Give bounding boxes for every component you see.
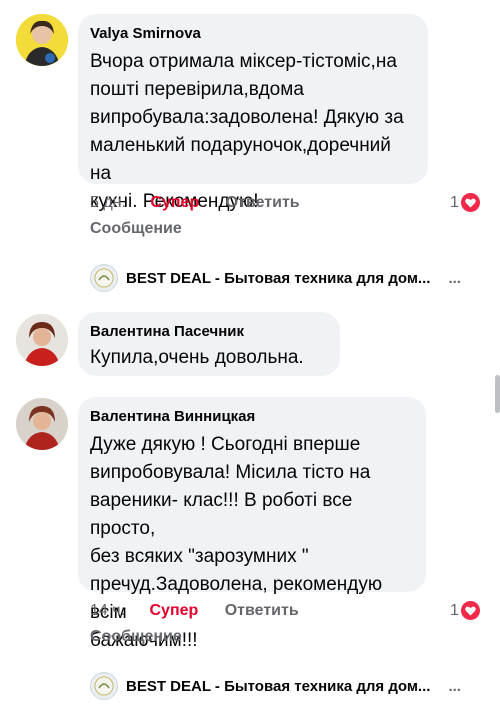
heart-icon xyxy=(460,193,480,212)
scrollbar[interactable] xyxy=(495,375,500,413)
more-icon[interactable]: ... xyxy=(448,270,461,287)
heart-icon xyxy=(460,601,480,620)
page-reply-name[interactable]: BEST DEAL - Бытовая техника для дом... xyxy=(126,678,430,695)
like-button[interactable]: Супер xyxy=(149,602,198,619)
message-button[interactable]: Сообщение xyxy=(90,626,182,648)
comment-actions: 5 дн. Супер Ответить xyxy=(90,192,300,214)
page-reply-name[interactable]: BEST DEAL - Бытовая техника для дом... xyxy=(126,270,430,287)
comment-bubble: Valya Smirnova Вчора отримала міксер-тіс… xyxy=(78,14,428,212)
page-reply[interactable]: BEST DEAL - Бытовая техника для дом... .… xyxy=(90,264,461,292)
avatar[interactable] xyxy=(16,14,68,66)
comment-author[interactable]: Valya Smirnova xyxy=(90,24,416,44)
comment-actions: 14 ч. Супер Ответить xyxy=(90,600,299,622)
reaction-count: 1 xyxy=(450,601,459,619)
comment-time[interactable]: 14 ч. xyxy=(90,602,125,619)
comment-text: Купила,очень довольна. xyxy=(90,347,304,368)
reaction-summary[interactable]: 1 xyxy=(450,193,480,212)
reaction-count: 1 xyxy=(450,193,459,211)
like-button[interactable]: Супер xyxy=(150,194,199,211)
avatar[interactable] xyxy=(16,314,68,366)
comment-author[interactable]: Валентина Винницкая xyxy=(90,407,414,427)
comment-bubble: Валентина Пасечник Купила,очень довольна… xyxy=(78,312,340,376)
avatar[interactable] xyxy=(16,398,68,450)
reply-button[interactable]: Ответить xyxy=(226,194,300,211)
page-reply[interactable]: BEST DEAL - Бытовая техника для дом... .… xyxy=(90,672,461,700)
page-logo-icon xyxy=(90,264,118,292)
more-icon[interactable]: ... xyxy=(448,678,461,695)
reply-button[interactable]: Ответить xyxy=(225,602,299,619)
message-button[interactable]: Сообщение xyxy=(90,218,182,240)
reaction-summary[interactable]: 1 xyxy=(450,601,480,620)
comment-bubble: Валентина Винницкая Дуже дякую ! Сьогодн… xyxy=(78,397,426,651)
comment-time[interactable]: 5 дн. xyxy=(90,194,126,211)
comment-text: Вчора отримала міксер-тістоміс,на пошті … xyxy=(90,51,404,212)
page-logo-icon xyxy=(90,672,118,700)
comment-author[interactable]: Валентина Пасечник xyxy=(90,322,328,342)
